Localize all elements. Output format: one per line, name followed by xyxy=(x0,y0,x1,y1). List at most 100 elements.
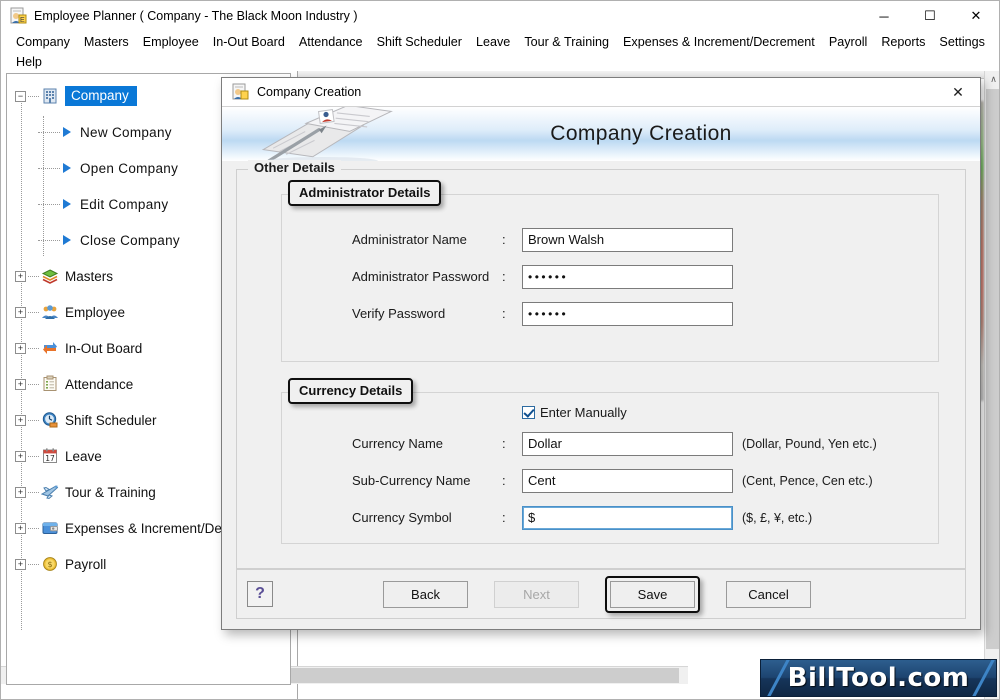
cancel-button[interactable]: Cancel xyxy=(726,580,811,608)
input-currency-symbol[interactable] xyxy=(522,505,733,530)
menu-item-employee[interactable]: Employee xyxy=(136,32,206,52)
tree-child-label: New Company xyxy=(80,124,172,140)
tree-expander-expand-icon[interactable]: + xyxy=(15,270,26,282)
currency-fields: Currency Name: (Dollar, Pound, Yen etc.) S… xyxy=(282,425,938,536)
field-label-administrator-password: Administrator Password xyxy=(352,269,490,284)
vertical-scrollbar[interactable]: ∧ ∨ xyxy=(984,71,999,699)
tree-expander-expand-icon[interactable]: + xyxy=(15,306,26,318)
save-button-focus-ring: Save xyxy=(605,575,700,613)
menu-item-payroll[interactable]: Payroll xyxy=(822,32,875,52)
scroll-up-arrow-icon[interactable]: ∧ xyxy=(985,71,999,88)
tree-node-label: Payroll xyxy=(65,556,107,572)
menu-item-reports[interactable]: Reports xyxy=(874,32,932,52)
menu-item-masters[interactable]: Masters xyxy=(77,32,136,52)
tree-connector-line xyxy=(38,167,60,169)
layers-icon xyxy=(41,267,59,285)
tree-expander-expand-icon[interactable]: + xyxy=(15,414,26,426)
vertical-scroll-thumb[interactable] xyxy=(986,89,999,649)
input-sub-currency-name[interactable] xyxy=(522,468,733,493)
other-details-legend: Other Details xyxy=(248,160,341,175)
dialog-button-row: Back Next Save Cancel xyxy=(383,575,811,613)
billtool-watermark: BillTool.com xyxy=(760,659,997,697)
input-currency-name[interactable] xyxy=(522,431,733,456)
clock-icon xyxy=(41,411,59,429)
field-label-sub-currency-name: Sub-Currency Name xyxy=(352,473,471,488)
tree-connector-line xyxy=(28,275,39,277)
maximize-button[interactable]: ☐ xyxy=(907,1,953,31)
app-icon: E xyxy=(9,7,27,25)
field-colon: : xyxy=(502,306,506,321)
menu-item-in-out-board[interactable]: In-Out Board xyxy=(206,32,292,52)
tree-connector-line xyxy=(38,203,60,205)
tree-child-label: Close Company xyxy=(80,232,180,248)
tree-expander-expand-icon[interactable]: + xyxy=(15,486,26,498)
tree-connector-line xyxy=(28,455,39,457)
menu-item-help[interactable]: Help xyxy=(9,52,49,72)
enter-manually-checkbox[interactable] xyxy=(522,405,535,419)
tree-connector-line xyxy=(38,239,60,241)
input-administrator-password[interactable] xyxy=(522,264,733,289)
tree-expander-collapse-icon[interactable]: − xyxy=(15,90,26,102)
triangle-right-icon xyxy=(63,127,71,137)
field-row-administrator-name: Administrator Name: xyxy=(282,221,938,258)
svg-text:E: E xyxy=(20,17,25,24)
menu-bar: Company Masters Employee In-Out Board Attend… xyxy=(1,32,999,72)
menu-item-tour-training[interactable]: Tour & Training xyxy=(517,32,616,52)
input-verify-password[interactable] xyxy=(522,301,733,326)
wallet-icon xyxy=(41,519,59,537)
tree-node-label: Masters xyxy=(65,268,114,284)
field-label-verify-password: Verify Password xyxy=(352,306,446,321)
building-icon xyxy=(41,87,59,105)
tree-node-label: In-Out Board xyxy=(65,340,143,356)
field-row-verify-password: Verify Password: xyxy=(282,295,938,332)
airplane-icon xyxy=(40,483,59,501)
tree-expander-expand-icon[interactable]: + xyxy=(15,558,26,570)
client-area: ∧ ∨ ‹ −CompanyNew CompanyOpen CompanyEdi… xyxy=(1,71,999,699)
tree-expander-expand-icon[interactable]: + xyxy=(15,342,26,354)
dialog-icon xyxy=(231,83,249,101)
svg-text:17: 17 xyxy=(45,454,55,463)
field-colon: : xyxy=(502,436,506,451)
menu-item-attendance[interactable]: Attendance xyxy=(292,32,370,52)
menu-item-settings[interactable]: Settings xyxy=(932,32,992,52)
minimize-button[interactable]: ─ xyxy=(861,1,907,31)
field-row-sub-currency-name: Sub-Currency Name: (Cent, Pence, Cen etc.… xyxy=(282,462,938,499)
application-window: E Employee Planner ( Company - The Black… xyxy=(0,0,1000,700)
currency-details-legend: Currency Details xyxy=(288,378,414,404)
tree-child-label: Edit Company xyxy=(80,196,169,212)
field-label-currency-name: Currency Name xyxy=(352,436,444,451)
close-button[interactable]: ✕ xyxy=(953,1,999,31)
other-details-groupbox: Other Details Administrator Details Admi… xyxy=(236,160,966,569)
tree-expander-expand-icon[interactable]: + xyxy=(15,522,26,534)
field-row-currency-name: Currency Name: (Dollar, Pound, Yen etc.) xyxy=(282,425,938,462)
field-hint-currency-symbol: ($, £, ¥, etc.) xyxy=(742,510,813,525)
administrator-details-section: Administrator Details Administrator Name… xyxy=(281,180,939,362)
calendar-icon: 17 xyxy=(41,447,59,465)
input-administrator-name[interactable] xyxy=(522,227,733,252)
back-button[interactable]: Back xyxy=(383,580,468,608)
menu-item-shift-scheduler[interactable]: Shift Scheduler xyxy=(370,32,469,52)
tree-expander-expand-icon[interactable]: + xyxy=(15,450,26,462)
menu-item-expenses-increment-decrement[interactable]: Expenses & Increment/Decrement xyxy=(616,32,822,52)
field-colon: : xyxy=(502,510,506,525)
menu-item-company[interactable]: Company xyxy=(9,32,77,52)
tree-node-label: Tour & Training xyxy=(65,484,156,500)
administrator-details-legend: Administrator Details xyxy=(288,180,442,206)
help-button[interactable]: ? xyxy=(247,581,273,607)
in-out-arrows-icon xyxy=(41,339,59,357)
dialog-banner: Company Creation xyxy=(222,107,980,161)
dialog-footer: ? Back Next Save Cancel xyxy=(236,569,966,619)
menu-item-leave[interactable]: Leave xyxy=(469,32,517,52)
field-label-currency-symbol: Currency Symbol xyxy=(352,510,452,525)
tree-expander-expand-icon[interactable]: + xyxy=(15,378,26,390)
tree-connector-line xyxy=(28,527,39,529)
dialog-close-icon[interactable]: ✕ xyxy=(936,78,980,106)
menu-item-mail[interactable]: Mail xyxy=(992,32,1000,52)
tree-connector-line xyxy=(28,347,39,349)
tree-node-label: Attendance xyxy=(65,376,134,392)
triangle-right-icon xyxy=(63,199,71,209)
tree-node-label: Expenses & Increment/Dec xyxy=(65,520,229,536)
triangle-right-icon xyxy=(63,163,71,173)
triangle-right-icon xyxy=(63,235,71,245)
save-button[interactable]: Save xyxy=(610,580,695,608)
